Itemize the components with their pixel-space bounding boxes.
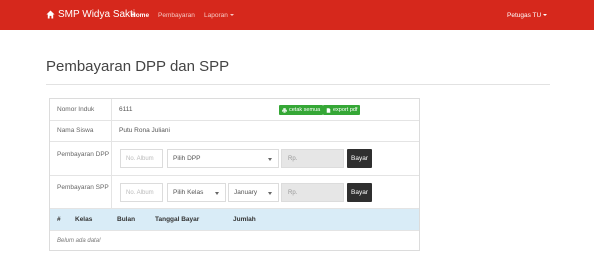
spp-no-album-input[interactable]: No. Album	[120, 183, 163, 202]
brand-link[interactable]: SMP Widya Sakti	[46, 9, 135, 20]
nomor-induk-label: Nomor Induk	[57, 106, 95, 113]
pembayaran-spp-label: Pembayaran SPP	[57, 184, 109, 191]
table-empty-message: Belum ada data!	[57, 238, 101, 244]
cetak-semua-label: cetak semua	[289, 107, 321, 113]
chevron-down-icon	[268, 192, 272, 195]
dpp-bayar-button[interactable]: Bayar	[347, 149, 372, 168]
spp-bayar-button[interactable]: Bayar	[347, 183, 372, 202]
print-icon	[282, 107, 287, 113]
dpp-amount-input[interactable]: Rp.	[281, 149, 344, 168]
row-nama-siswa: Nama Siswa Putu Rona Juliani	[50, 121, 419, 142]
nama-siswa-value: Putu Rona Juliani	[119, 127, 170, 134]
payment-panel: Nomor Induk 6111 cetak semua export pdf …	[49, 98, 420, 251]
chevron-down-icon	[543, 14, 548, 17]
row-nomor-induk: Nomor Induk 6111 cetak semua export pdf	[50, 99, 419, 121]
cetak-semua-button[interactable]: cetak semua	[279, 105, 324, 115]
chevron-down-icon	[268, 158, 272, 161]
column-divider	[111, 121, 112, 141]
column-header-tanggal-bayar: Tanggal Bayar	[155, 216, 200, 223]
chevron-down-icon	[229, 14, 234, 17]
pembayaran-dpp-label: Pembayaran DPP	[57, 151, 110, 158]
title-divider	[46, 84, 550, 85]
file-icon	[326, 107, 331, 113]
home-icon	[46, 10, 55, 19]
column-header-bulan: Bulan	[117, 216, 136, 223]
column-divider	[111, 142, 112, 175]
dpp-currency-label: Rp.	[288, 155, 298, 162]
column-header-number: #	[57, 216, 61, 223]
row-pembayaran-dpp: Pembayaran DPP No. Album Pilih DPP Rp. B…	[50, 142, 419, 176]
export-pdf-label: export pdf	[333, 107, 358, 113]
export-pdf-button[interactable]: export pdf	[323, 105, 361, 115]
column-header-kelas: Kelas	[75, 216, 93, 223]
user-name: Petugas TU	[507, 12, 542, 19]
spp-currency-label: Rp.	[288, 189, 298, 196]
payment-table-header: # Kelas Bulan Tanggal Bayar Jumlah	[50, 209, 419, 231]
column-divider	[111, 99, 112, 120]
page-title: Pembayaran DPP dan SPP	[46, 58, 230, 75]
nav-laporan-label: Laporan	[204, 12, 228, 19]
spp-bulan-value: January	[234, 189, 258, 196]
top-navbar: SMP Widya Sakti Home Pembayaran Laporan …	[0, 0, 594, 30]
nomor-induk-value: 6111	[119, 106, 133, 113]
dpp-select[interactable]: Pilih DPP	[167, 149, 279, 168]
chevron-down-icon	[215, 192, 219, 195]
nav-home[interactable]: Home	[131, 12, 149, 19]
brand-name: SMP Widya Sakti	[58, 9, 136, 20]
column-divider	[111, 176, 112, 208]
spp-amount-input[interactable]: Rp.	[281, 183, 344, 202]
user-menu[interactable]: Petugas TU	[507, 12, 548, 19]
spp-kelas-select[interactable]: Pilih Kelas	[167, 183, 226, 202]
column-header-jumlah: Jumlah	[233, 216, 256, 223]
nav-pembayaran[interactable]: Pembayaran	[158, 12, 195, 19]
row-pembayaran-spp: Pembayaran SPP No. Album Pilih Kelas Jan…	[50, 176, 419, 209]
spp-kelas-value: Pilih Kelas	[173, 189, 204, 196]
dpp-no-album-input[interactable]: No. Album	[120, 149, 163, 168]
nav-laporan[interactable]: Laporan	[204, 12, 234, 19]
dpp-select-value: Pilih DPP	[173, 155, 201, 162]
nama-siswa-label: Nama Siswa	[57, 127, 94, 134]
spp-bulan-select[interactable]: January	[228, 183, 279, 202]
